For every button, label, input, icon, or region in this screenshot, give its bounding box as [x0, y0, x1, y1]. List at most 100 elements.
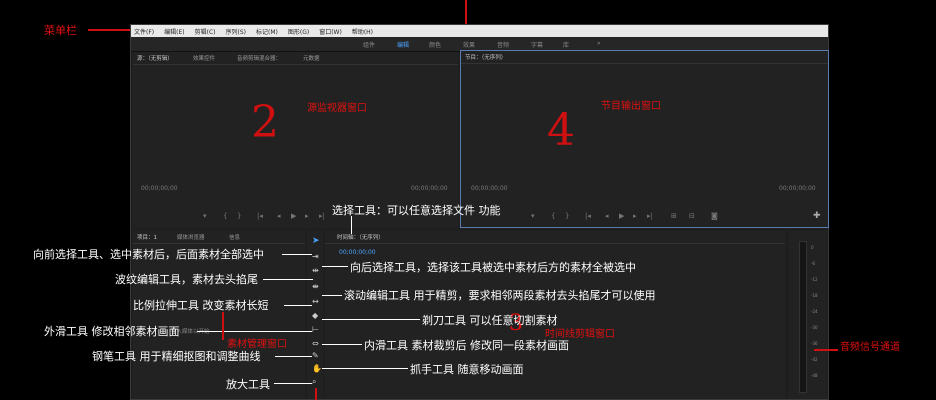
tab-program[interactable]: 节目：（无序列）	[465, 53, 506, 61]
program-timecode-out: 00;00;00;00	[779, 185, 816, 192]
bottom-pointer-line	[315, 388, 317, 400]
program-monitor-panel: 节目：（无序列） 00;00;00;00 00;00;00;00 ▾ { } |…	[460, 50, 829, 228]
annotation-slide-line	[197, 331, 312, 332]
menu-window[interactable]: 窗口(W)	[319, 27, 342, 36]
slide-icon[interactable]: ⇔	[312, 339, 320, 348]
rate-stretch-icon[interactable]: ↔	[312, 297, 320, 306]
menubar-annotation-arrow	[88, 29, 130, 31]
menu-help[interactable]: 帮助(H)	[352, 27, 373, 36]
menu-sequence[interactable]: 序列(S)	[226, 27, 247, 36]
source-timecode-in: 00;00;00;00	[141, 185, 178, 192]
workspace-tab[interactable]: 库	[563, 40, 569, 49]
meter-tick: -30	[811, 325, 818, 330]
source-timecode-out: 00;00;00;00	[411, 185, 448, 192]
annotation-select: 选择工具：可以任意选择文件 功能	[332, 204, 501, 217]
program-monitor-number: 4	[547, 105, 575, 156]
go-to-in-icon[interactable]: |◂	[257, 212, 263, 220]
meter-tick: -18	[811, 293, 818, 298]
annotation-hand-line	[322, 368, 408, 369]
step-back-icon[interactable]: ◂	[277, 212, 281, 220]
annotation-slide: 外滑工具 修改相邻素材画面	[44, 325, 180, 338]
menu-graphics[interactable]: 图形(G)	[288, 27, 309, 36]
annotation-pen-line	[275, 356, 312, 357]
annotation-pen: 钢笔工具 用于精细抠图和调整曲线	[92, 350, 261, 363]
tab-audio-clip-mixer[interactable]: 音频剪辑混合器：	[237, 54, 281, 62]
tab-source[interactable]: 源：（无剪辑）	[137, 54, 173, 62]
annotation-rolling: 滚动编辑工具 用于精剪，要求相邻两段素材去头掐尾才可以使用	[344, 289, 656, 302]
tab-metadata[interactable]: 元数据	[303, 54, 320, 62]
menu-clip[interactable]: 剪辑(C)	[195, 27, 216, 36]
mark-in-icon[interactable]: {	[551, 212, 555, 220]
workspace-more-icon[interactable]: »	[597, 40, 601, 47]
mark-out-icon[interactable]: }	[237, 212, 241, 220]
source-monitor-number: 2	[251, 97, 279, 148]
annotation-rate-line	[284, 305, 312, 306]
meter-tick: 0	[811, 245, 814, 250]
tab-media-browser[interactable]: 媒体浏览器	[177, 233, 205, 241]
mark-out-icon[interactable]: }	[565, 212, 569, 220]
add-button-icon[interactable]: ✚	[813, 211, 821, 221]
go-to-in-icon[interactable]: |◂	[585, 212, 591, 220]
step-forward-icon[interactable]: ▸	[633, 212, 637, 220]
annotation-ripple: 波纹编辑工具，素材去头掐尾	[115, 273, 258, 286]
tab-project[interactable]: 项目：1	[137, 233, 157, 241]
meter-tick: -42	[811, 357, 818, 362]
program-transport-controls: ▾ { } |◂ ◂ ▶ ▸ ▸| ⊞ ⊟ ◙	[531, 212, 811, 222]
slip-icon[interactable]: ⊢	[312, 325, 320, 334]
annotation-slip: 内滑工具 素材裁剪后 修改同一段素材画面	[364, 339, 569, 352]
menu-file[interactable]: 文件(F)	[134, 27, 154, 36]
annotation-zoom-line	[274, 383, 312, 384]
annotation-ripple-line	[263, 279, 313, 280]
menubar: 文件(F) 编辑(E) 剪辑(C) 序列(S) 标记(M) 图形(G) 窗口(W…	[131, 25, 828, 37]
meter-tick: -36	[811, 341, 818, 346]
meter-tick: -6	[811, 261, 815, 266]
add-marker-icon[interactable]: ▾	[531, 212, 535, 220]
annotation-razor-line	[322, 319, 420, 320]
workspace-tab[interactable]: 字幕	[531, 40, 543, 49]
annotation-zoom: 放大工具	[226, 378, 270, 391]
meter-tick: -24	[811, 309, 818, 314]
selection-tool-icon[interactable]: ➤	[312, 236, 320, 246]
play-icon[interactable]: ▶	[619, 212, 624, 220]
razor-icon[interactable]: ◆	[312, 311, 320, 320]
workspace-tab[interactable]: 效果	[463, 40, 475, 49]
menubar-annotation: 菜单栏	[44, 24, 77, 37]
step-forward-icon[interactable]: ▸	[305, 212, 309, 220]
project-pointer-line	[222, 312, 224, 340]
annotation-select-line	[351, 216, 352, 234]
extract-icon[interactable]: ⊟	[689, 212, 695, 220]
menu-edit[interactable]: 编辑(E)	[164, 27, 184, 36]
program-timecode-in: 00;00;00;00	[471, 185, 508, 192]
annotation-rolling-line	[322, 295, 342, 296]
zoom-icon[interactable]: ⌕	[312, 377, 320, 386]
audio-meter-arrow	[814, 349, 838, 351]
workspace-tab[interactable]: 颜色	[429, 40, 441, 49]
workspace-tab[interactable]: 组件	[363, 40, 375, 49]
timeline-timecode: 00;00;00;00	[339, 249, 376, 256]
step-back-icon[interactable]: ◂	[605, 212, 609, 220]
audio-meter-bar	[799, 241, 807, 393]
play-icon[interactable]: ▶	[291, 212, 296, 220]
export-frame-icon[interactable]: ◙	[711, 212, 718, 220]
source-monitor-label: 源监视器窗口	[307, 103, 367, 114]
go-to-out-icon[interactable]: ▸|	[319, 212, 325, 220]
hand-icon[interactable]: ✋	[312, 364, 322, 373]
workspace-tab-active[interactable]: 编辑	[397, 40, 409, 49]
annotation-track-forward-line	[282, 254, 312, 255]
lift-icon[interactable]: ⊞	[671, 212, 677, 220]
annotation-razor: 剃刀工具 可以任意切割素材	[422, 314, 558, 327]
workspace-tab[interactable]: 音频	[497, 40, 509, 49]
mark-in-icon[interactable]: {	[223, 212, 227, 220]
rolling-edit-icon[interactable]: ⇼	[312, 282, 320, 291]
tab-info[interactable]: 信息	[229, 233, 240, 241]
pen-icon[interactable]: ✎	[312, 351, 320, 360]
tab-timeline[interactable]: 时间轴：（无序列）	[337, 233, 384, 241]
track-select-forward-icon[interactable]: ⇥	[312, 252, 320, 261]
menu-marker[interactable]: 标记(M)	[256, 27, 278, 36]
add-marker-icon[interactable]: ▾	[203, 212, 207, 220]
go-to-out-icon[interactable]: ▸|	[647, 212, 653, 220]
annotation-slip-line	[322, 344, 362, 345]
ripple-edit-icon[interactable]: ⇹	[312, 266, 320, 275]
tab-effect-controls[interactable]: 效果控件	[193, 54, 215, 62]
annotation-hand: 抓手工具 随意移动画面	[410, 363, 524, 376]
